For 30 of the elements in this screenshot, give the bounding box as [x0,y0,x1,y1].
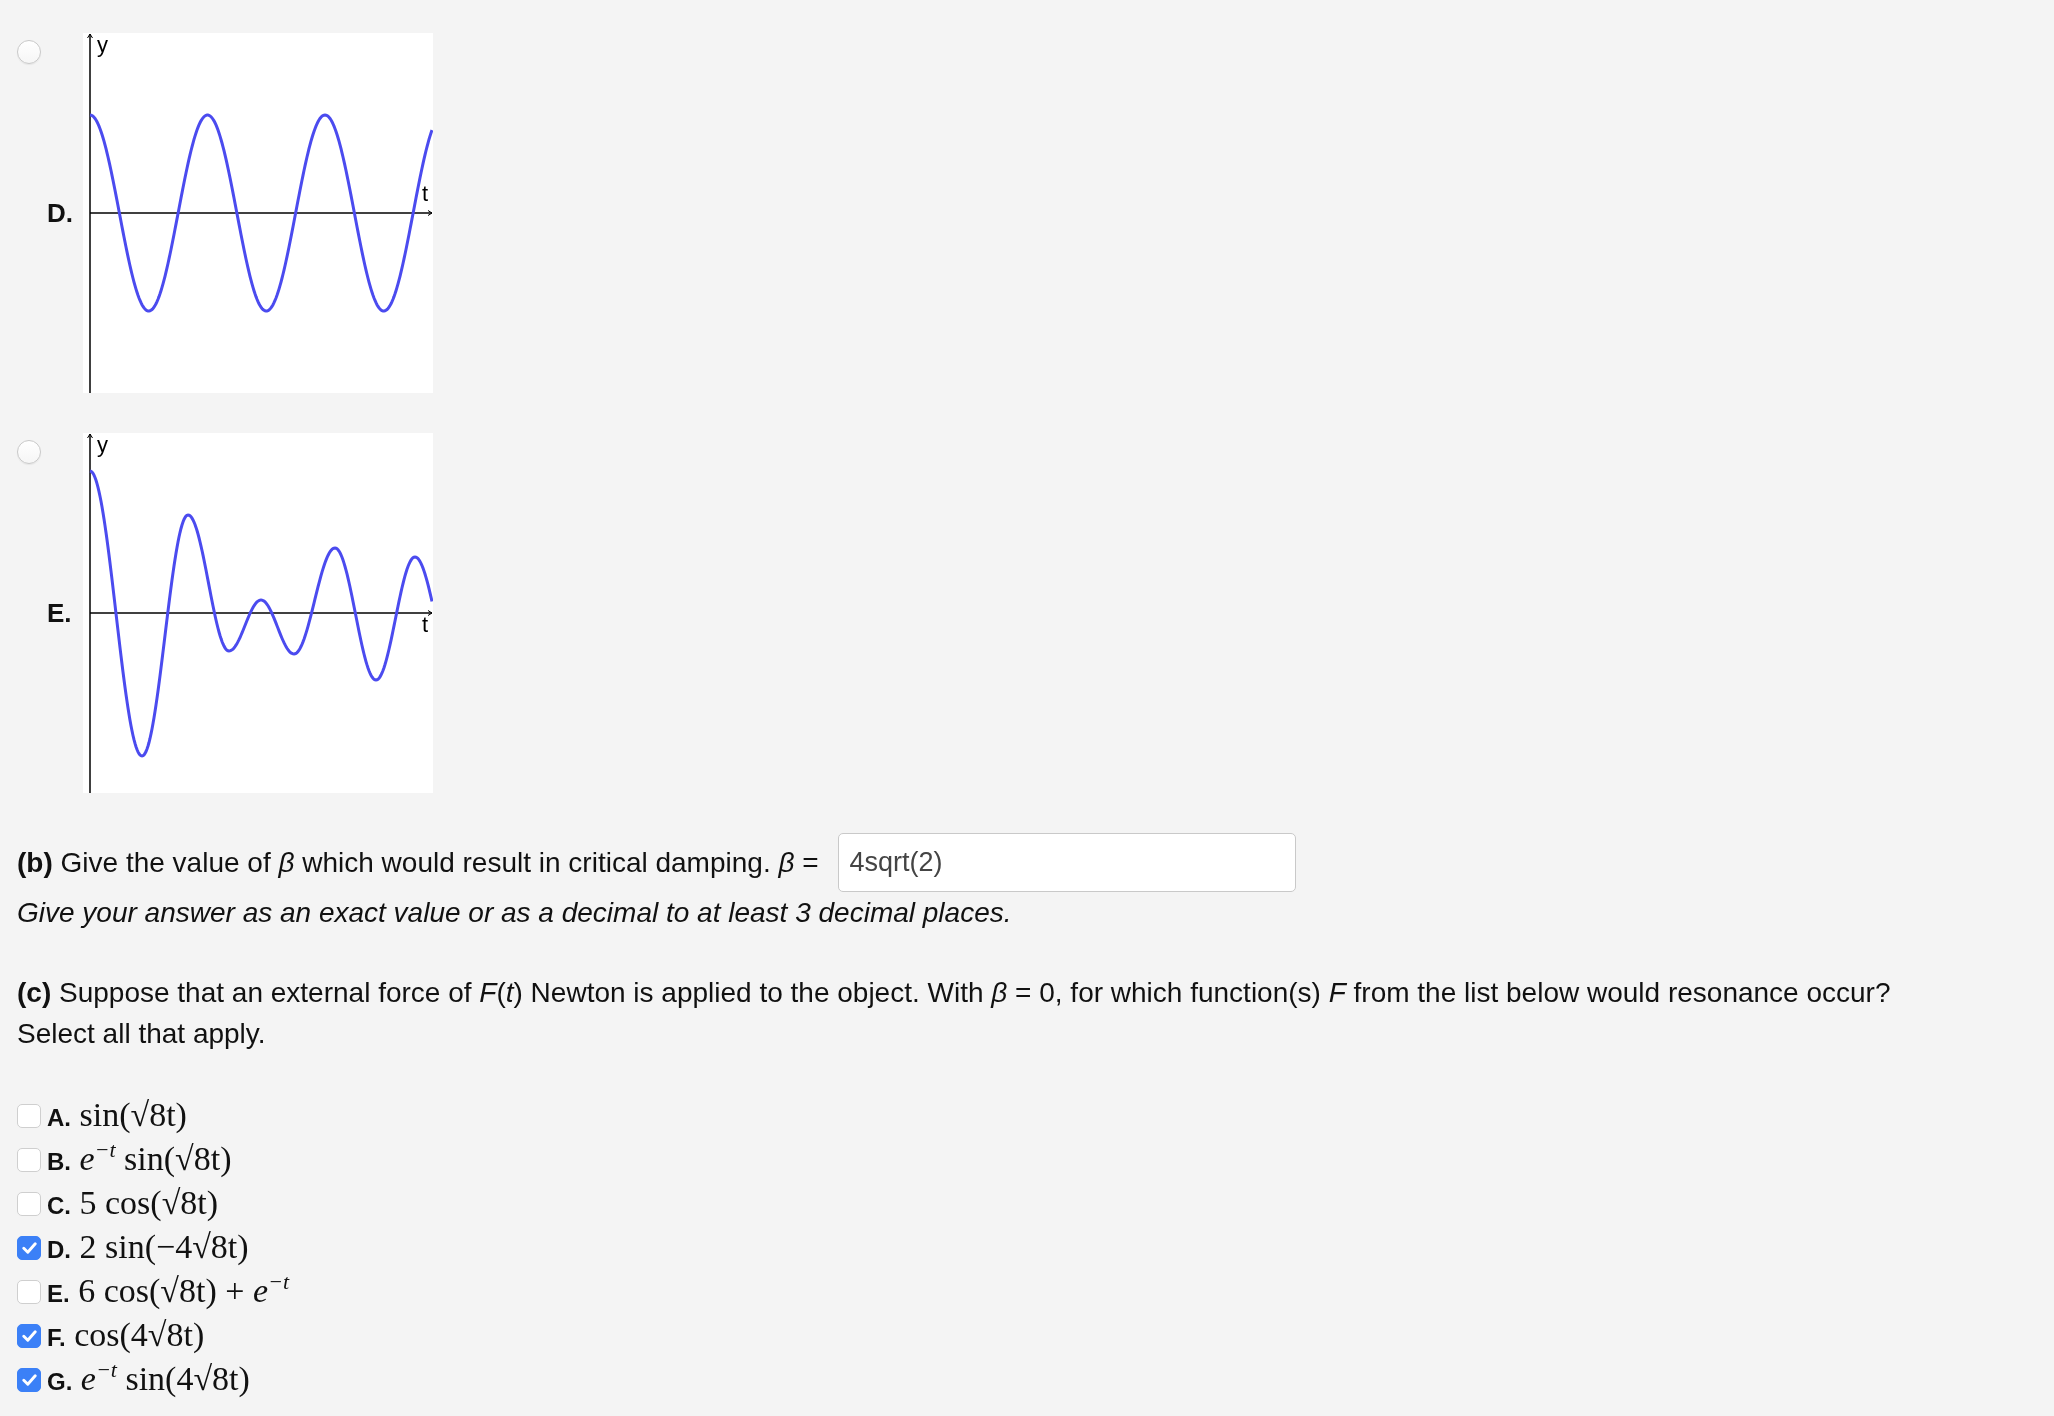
checkmark-icon [21,1374,37,1386]
question-text: (b) Give the value of β which would result in critical damping. β = [17,845,819,880]
checkbox[interactable] [17,1236,41,1260]
option-label: E. 6 cos(√8t) + e$^{−t}$ [47,1269,289,1311]
checkbox[interactable] [17,1324,41,1348]
option-label: G. e$^{−t}$ sin(4√8t) [47,1357,250,1399]
checkmark-icon [21,1242,37,1254]
radio-button[interactable] [17,40,41,64]
answer-field[interactable]: 4sqrt(2) [837,833,1296,892]
question-text: (c) Suppose that an external force of F(t) Newton is applied to the object. With β = 0, for which function(s) F from the list below would resonance occur? [17,976,1892,1010]
checkbox[interactable] [17,1368,41,1392]
option-label: A. sin(√8t) [47,1094,187,1135]
option-label: D. 2 sin(−4√8t) [47,1226,249,1267]
option-label: F. cos(4√8t) [47,1314,205,1355]
radio-button[interactable] [17,440,41,464]
checkmark-icon [21,1330,37,1342]
instruction-text: Select all that apply. [17,1017,267,1051]
checkbox[interactable] [17,1104,41,1128]
option-letter: D. [47,198,74,228]
axis-label: t [422,183,429,205]
option-letter: E. [47,598,73,628]
option-label: B. e$^{−t}$ sin(√8t) [47,1137,232,1179]
axis-label: y [97,434,108,456]
checkbox[interactable] [17,1192,41,1216]
checkbox[interactable] [17,1148,41,1172]
hint-text: Give your answer as an exact value or as a decimal to at least 3 decimal places. [17,896,1013,930]
checkbox[interactable] [17,1280,41,1304]
axis-label: t [422,614,429,636]
axis-label: y [97,34,108,56]
option-label: C. 5 cos(√8t) [47,1182,219,1223]
